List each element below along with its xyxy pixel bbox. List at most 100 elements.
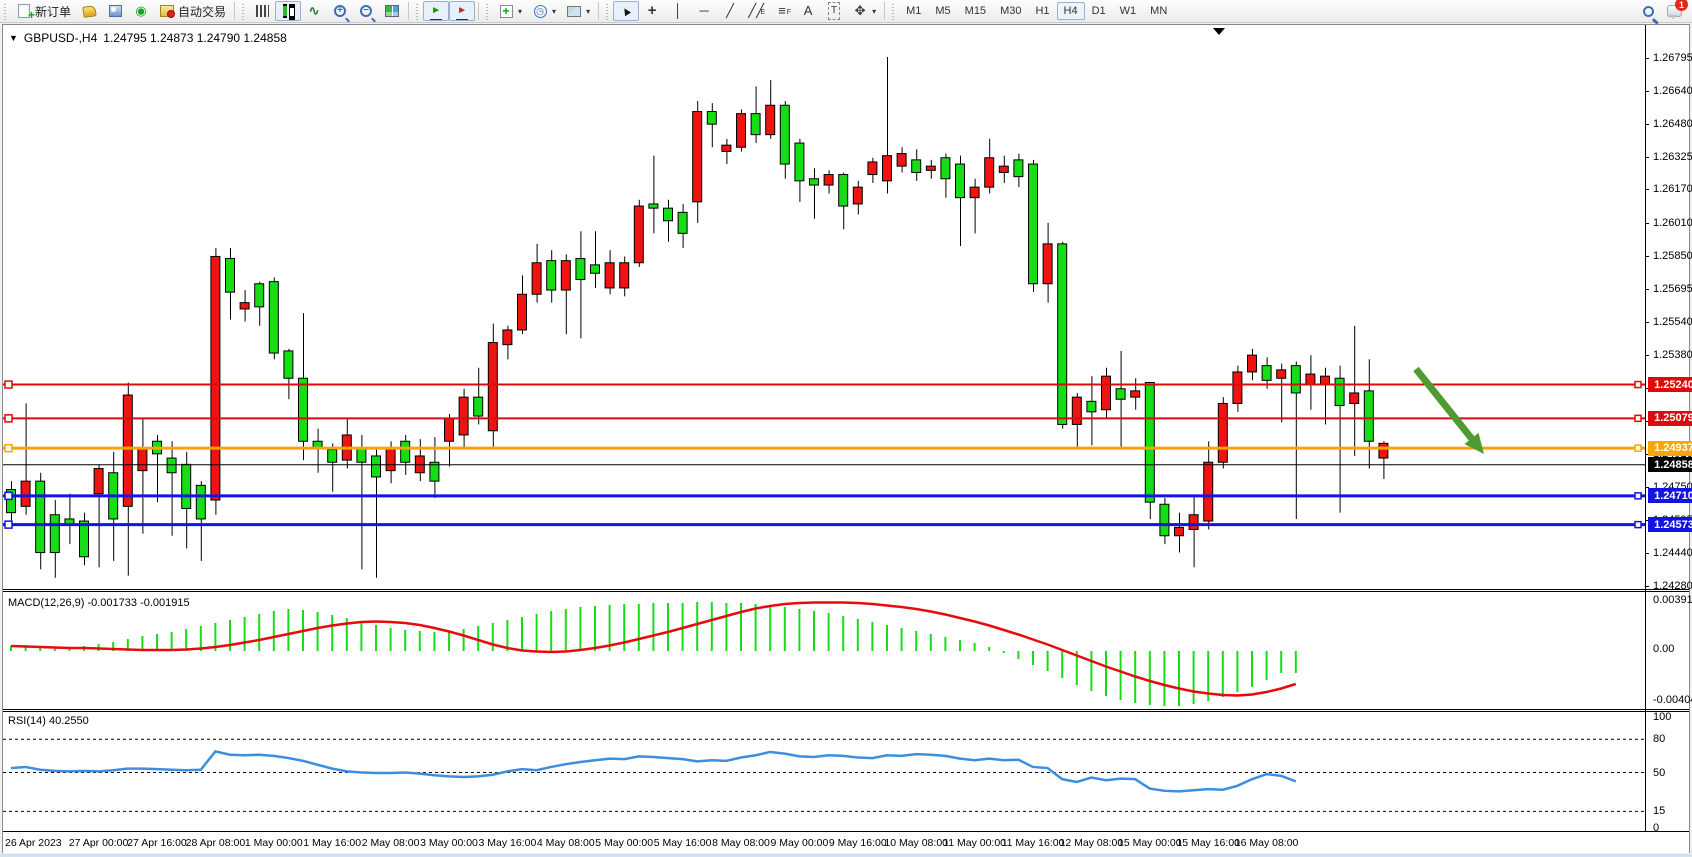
candle-body[interactable] bbox=[883, 156, 892, 181]
candle-body[interactable] bbox=[1379, 443, 1388, 458]
candle-body[interactable] bbox=[1116, 389, 1125, 400]
candle-body[interactable] bbox=[167, 458, 176, 473]
candle-body[interactable] bbox=[211, 256, 220, 500]
candle-body[interactable] bbox=[620, 263, 629, 288]
equidistant-channel-button[interactable]: ╱╱ bbox=[743, 1, 769, 21]
candle-body[interactable] bbox=[269, 282, 278, 353]
candle-body[interactable] bbox=[1218, 403, 1227, 462]
cursor-button[interactable]: ▲ bbox=[613, 1, 639, 21]
price-line-left-anchor[interactable] bbox=[5, 415, 12, 422]
candle-body[interactable] bbox=[372, 456, 381, 477]
timeframe-m30-button[interactable]: M30 bbox=[993, 2, 1028, 20]
candle-body[interactable] bbox=[1160, 504, 1169, 536]
candle-body[interactable] bbox=[1058, 244, 1067, 425]
candle-body[interactable] bbox=[36, 481, 45, 552]
candle-body[interactable] bbox=[503, 330, 512, 345]
price-line-left-anchor[interactable] bbox=[5, 445, 12, 452]
candle-body[interactable] bbox=[80, 521, 89, 557]
candle-body[interactable] bbox=[1189, 515, 1198, 530]
templates-button-caret[interactable]: ▾ bbox=[586, 7, 590, 16]
macd-panel-separator[interactable] bbox=[3, 589, 1689, 592]
candle-body[interactable] bbox=[693, 112, 702, 202]
chart-shift-button[interactable]: ► bbox=[449, 1, 475, 21]
candle-body[interactable] bbox=[999, 166, 1008, 172]
timeframe-w1-button[interactable]: W1 bbox=[1113, 2, 1144, 20]
auto-scroll-button[interactable]: ► bbox=[423, 1, 449, 21]
candle-body[interactable] bbox=[94, 469, 103, 494]
indicators-button-caret[interactable]: ▾ bbox=[518, 7, 522, 16]
timeframe-h4-button[interactable]: H4 bbox=[1057, 2, 1085, 20]
candle-body[interactable] bbox=[1102, 376, 1111, 410]
candle-body[interactable] bbox=[1145, 382, 1154, 502]
annotation-arrow-shaft[interactable] bbox=[1416, 369, 1478, 446]
candle-body[interactable] bbox=[605, 263, 614, 288]
rsi-panel-separator[interactable] bbox=[3, 709, 1689, 712]
timeframe-m15-button[interactable]: M15 bbox=[958, 2, 993, 20]
candle-body[interactable] bbox=[21, 481, 30, 506]
candle-body[interactable] bbox=[839, 175, 848, 207]
price-line-left-anchor[interactable] bbox=[5, 521, 12, 528]
timeframe-m5-button[interactable]: M5 bbox=[928, 2, 957, 20]
new-order-button[interactable]: 新订单 bbox=[11, 1, 76, 21]
chart-canvas[interactable] bbox=[3, 25, 1691, 854]
price-line-right-anchor[interactable] bbox=[1635, 493, 1641, 499]
candle-body[interactable] bbox=[664, 208, 673, 221]
templates-button[interactable]: ▾ bbox=[561, 1, 595, 21]
bar-chart-button[interactable] bbox=[249, 1, 275, 21]
candle-body[interactable] bbox=[1072, 397, 1081, 424]
autotrading-button[interactable]: 自动交易 bbox=[154, 1, 231, 21]
candle-body[interactable] bbox=[138, 448, 147, 471]
signals-button[interactable]: ◉ bbox=[128, 1, 154, 21]
arrows-button-caret[interactable]: ▾ bbox=[872, 7, 876, 16]
periods-button[interactable]: ◷▾ bbox=[527, 1, 561, 21]
candle-body[interactable] bbox=[634, 206, 643, 263]
candle-body[interactable] bbox=[1306, 374, 1315, 385]
candle-body[interactable] bbox=[1350, 393, 1359, 404]
candle-body[interactable] bbox=[386, 448, 395, 471]
indicators-button[interactable]: +▾ bbox=[493, 1, 527, 21]
candle-body[interactable] bbox=[766, 105, 775, 134]
candle-body[interactable] bbox=[1291, 366, 1300, 393]
candle-body[interactable] bbox=[751, 114, 760, 135]
candle-body[interactable] bbox=[1364, 391, 1373, 441]
candle-body[interactable] bbox=[810, 179, 819, 185]
candle-body[interactable] bbox=[591, 265, 600, 273]
candle-body[interactable] bbox=[1277, 370, 1286, 378]
candle-body[interactable] bbox=[1087, 401, 1096, 412]
candle-body[interactable] bbox=[50, 515, 59, 553]
horizontal-line-button[interactable]: ─ bbox=[691, 1, 717, 21]
candle-body[interactable] bbox=[795, 143, 804, 181]
candle-body[interactable] bbox=[474, 397, 483, 416]
crosshair-button[interactable]: + bbox=[639, 1, 665, 21]
candle-body[interactable] bbox=[970, 187, 979, 198]
tile-windows-button[interactable] bbox=[379, 1, 405, 21]
candle-body[interactable] bbox=[678, 212, 687, 233]
candle-body[interactable] bbox=[649, 204, 658, 208]
search-icon[interactable] bbox=[1640, 3, 1656, 19]
price-line-left-anchor[interactable] bbox=[5, 381, 12, 388]
candle-body[interactable] bbox=[182, 464, 191, 508]
timeframe-mn-button[interactable]: MN bbox=[1143, 2, 1174, 20]
candle-body[interactable] bbox=[299, 378, 308, 441]
zoom-in-button[interactable]: + bbox=[327, 1, 353, 21]
candle-body[interactable] bbox=[547, 261, 556, 290]
text-label-button[interactable]: T bbox=[821, 1, 847, 21]
candlestick-button[interactable] bbox=[275, 1, 301, 21]
candle-body[interactable] bbox=[226, 259, 235, 293]
candle-body[interactable] bbox=[240, 303, 249, 309]
price-line-left-anchor[interactable] bbox=[5, 492, 12, 499]
timeframe-h1-button[interactable]: H1 bbox=[1028, 2, 1056, 20]
candle-body[interactable] bbox=[401, 441, 410, 462]
arrows-button[interactable]: ✥▾ bbox=[847, 1, 881, 21]
candle-body[interactable] bbox=[576, 259, 585, 280]
periods-button-caret[interactable]: ▾ bbox=[552, 7, 556, 16]
price-line-right-anchor[interactable] bbox=[1635, 382, 1641, 388]
candle-body[interactable] bbox=[1262, 366, 1271, 381]
profiles-button[interactable] bbox=[102, 1, 128, 21]
candle-body[interactable] bbox=[445, 418, 454, 441]
chat-notification-icon[interactable]: 1 bbox=[1666, 3, 1682, 19]
trendline-button[interactable]: ╱ bbox=[717, 1, 743, 21]
candle-body[interactable] bbox=[868, 162, 877, 175]
candle-body[interactable] bbox=[357, 448, 366, 463]
candle-body[interactable] bbox=[737, 114, 746, 148]
